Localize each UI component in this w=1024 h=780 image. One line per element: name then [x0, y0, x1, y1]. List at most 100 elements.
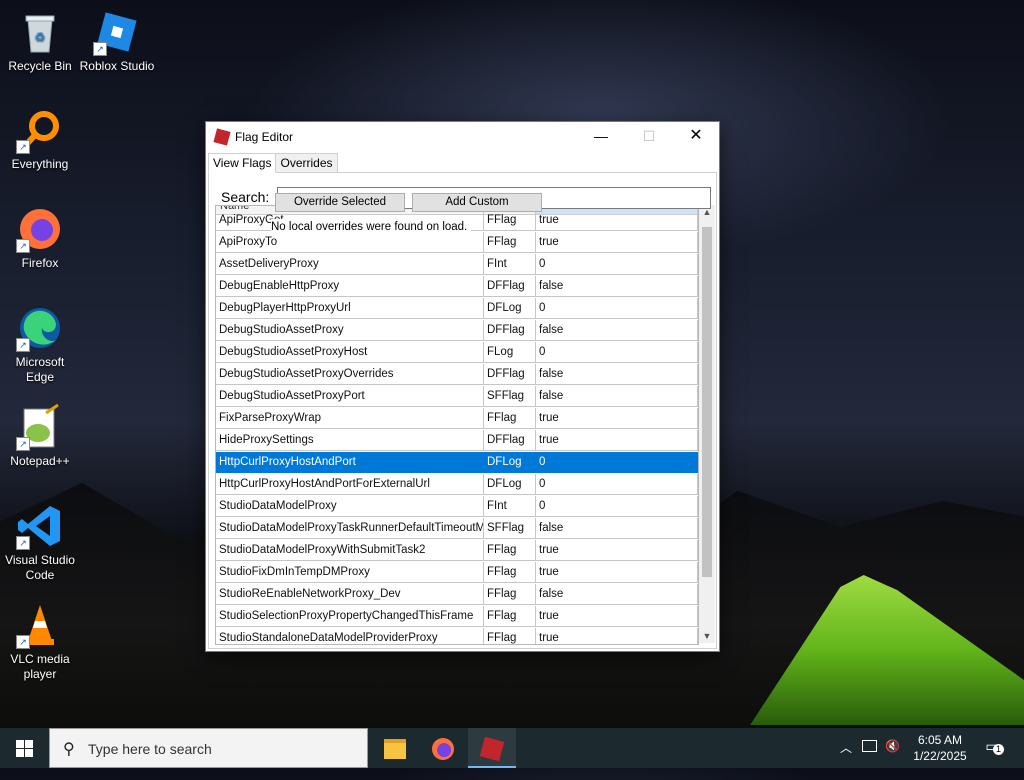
cell-value[interactable]: false	[536, 364, 698, 385]
cell-type[interactable]: FFlag	[484, 408, 536, 429]
desktop-icon-firefox[interactable]: ↗ Firefox	[0, 205, 80, 271]
cell-name[interactable]: StudioFixDmInTempDMProxy	[216, 562, 484, 583]
cell-type[interactable]: DFFlag	[484, 364, 536, 385]
cell-value[interactable]: 0	[536, 298, 698, 319]
cell-name[interactable]: ApiProxyTo	[216, 232, 484, 253]
cell-value[interactable]: false	[536, 276, 698, 297]
cell-value[interactable]: false	[536, 320, 698, 341]
maximize-button[interactable]: ☐	[626, 122, 672, 152]
cell-name[interactable]: StudioSelectionProxyPropertyChangedThisF…	[216, 606, 484, 627]
cell-name[interactable]: HttpCurlProxyHostAndPortForExternalUrl	[216, 474, 484, 495]
table-row[interactable]: ApiProxyTo FFlag true	[216, 232, 698, 254]
cell-type[interactable]: DFFlag	[484, 276, 536, 297]
table-row[interactable]: HideProxySettings DFFlag true	[216, 430, 698, 452]
cell-type[interactable]: FFlag	[484, 584, 536, 605]
cell-value[interactable]: 0	[536, 496, 698, 517]
cell-type[interactable]: FFlag	[484, 628, 536, 644]
table-row[interactable]: StudioStandaloneDataModelProviderProxy FF…	[216, 628, 698, 644]
flags-grid[interactable]: Name Type Value ApiProxyGetFFlagtrueApiP…	[215, 205, 699, 645]
scroll-thumb[interactable]	[702, 227, 712, 577]
cell-name[interactable]: DebugStudioAssetProxyHost	[216, 342, 484, 363]
cell-value[interactable]: true	[536, 540, 698, 561]
volume-muted-icon[interactable]: 🔇	[885, 739, 900, 779]
cell-name[interactable]: FixParseProxyWrap	[216, 408, 484, 429]
desktop-icon-roblox-studio[interactable]: ↗ Roblox Studio	[77, 8, 157, 74]
table-row[interactable]: StudioSelectionProxyPropertyChangedThisF…	[216, 606, 698, 628]
cell-type[interactable]: DFFlag	[484, 320, 536, 341]
cell-name[interactable]: HttpCurlProxyHostAndPort	[216, 452, 484, 473]
cell-type[interactable]: FFlag	[484, 606, 536, 627]
cell-type[interactable]: DFLog	[484, 474, 536, 495]
cell-name[interactable]: DebugStudioAssetProxyPort	[216, 386, 484, 407]
cell-value[interactable]: false	[536, 386, 698, 407]
cell-value[interactable]: 0	[536, 254, 698, 275]
cell-value[interactable]: 0	[536, 342, 698, 363]
table-row[interactable]: FixParseProxyWrap FFlag true	[216, 408, 698, 430]
cell-value[interactable]: true	[536, 562, 698, 583]
start-button[interactable]	[0, 728, 48, 768]
cell-value[interactable]: 0	[536, 474, 698, 495]
cell-type[interactable]: FInt	[484, 254, 536, 275]
add-custom-button[interactable]: Add Custom	[412, 193, 542, 212]
cell-name[interactable]: StudioStandaloneDataModelProviderProxy	[216, 628, 484, 644]
desktop-icon-everything[interactable]: ↗ Everything	[0, 106, 80, 172]
table-row[interactable]: StudioFixDmInTempDMProxy FFlag true	[216, 562, 698, 584]
table-row[interactable]: HttpCurlProxyHostAndPort DFLog 0	[216, 452, 698, 474]
cell-value[interactable]: true	[536, 430, 698, 451]
override-selected-button[interactable]: Override Selected	[275, 193, 405, 212]
table-row[interactable]: StudioDataModelProxyWithSubmitTask2 FFlag…	[216, 540, 698, 562]
taskbar-roblox-studio[interactable]	[468, 728, 516, 768]
table-row[interactable]: AssetDeliveryProxy FInt 0	[216, 254, 698, 276]
cell-type[interactable]: FFlag	[484, 232, 536, 253]
cell-name[interactable]: DebugStudioAssetProxy	[216, 320, 484, 341]
taskbar-search-box[interactable]: ⚲ Type here to search	[49, 728, 368, 768]
desktop-icon-notepadpp[interactable]: ↗ Notepad++	[0, 403, 80, 469]
cell-value[interactable]: 0	[536, 452, 698, 473]
taskbar-firefox[interactable]	[419, 728, 467, 768]
cell-value[interactable]: true	[536, 210, 698, 231]
table-row[interactable]: DebugStudioAssetProxyHost FLog 0	[216, 342, 698, 364]
cell-name[interactable]: HideProxySettings	[216, 430, 484, 451]
cell-type[interactable]: FFlag	[484, 562, 536, 583]
cell-type[interactable]: FInt	[484, 496, 536, 517]
cell-value[interactable]: true	[536, 606, 698, 627]
cell-value[interactable]: false	[536, 584, 698, 605]
cell-type[interactable]: FLog	[484, 342, 536, 363]
notification-center-button[interactable]: ▭ 1	[982, 738, 1004, 756]
cell-type[interactable]: DFFlag	[484, 430, 536, 451]
table-row[interactable]: StudioDataModelProxyTaskRunnerDefaultTim…	[216, 518, 698, 540]
vertical-scrollbar[interactable]: ▲ ▼	[699, 205, 715, 643]
cell-name[interactable]: StudioReEnableNetworkProxy_Dev	[216, 584, 484, 605]
table-row[interactable]: DebugPlayerHttpProxyUrl DFLog 0	[216, 298, 698, 320]
table-row[interactable]: StudioReEnableNetworkProxy_Dev FFlag false	[216, 584, 698, 606]
cell-type[interactable]: FFlag	[484, 210, 536, 231]
table-row[interactable]: HttpCurlProxyHostAndPortForExternalUrl DF…	[216, 474, 698, 496]
cell-name[interactable]: DebugStudioAssetProxyOverrides	[216, 364, 484, 385]
table-row[interactable]: DebugStudioAssetProxy DFFlag false	[216, 320, 698, 342]
clock[interactable]: 6:05 AM 1/22/2025	[905, 732, 975, 764]
table-row[interactable]: DebugStudioAssetProxyOverrides DFFlag fals…	[216, 364, 698, 386]
desktop-icon-vlc[interactable]: ↗ VLC media player	[0, 601, 80, 682]
cell-name[interactable]: StudioDataModelProxy	[216, 496, 484, 517]
tray-overflow-icon[interactable]: ︿	[840, 739, 852, 779]
desktop-icon-vscode[interactable]: ↗ Visual Studio Code	[0, 502, 80, 583]
tab-view-flags[interactable]: View Flags	[208, 153, 277, 173]
title-bar[interactable]: Flag Editor — ☐ ✕	[206, 122, 719, 152]
table-row[interactable]: DebugStudioAssetProxyPort SFFlag false	[216, 386, 698, 408]
cell-value[interactable]: false	[536, 518, 698, 539]
scroll-down-icon[interactable]: ▼	[699, 629, 715, 643]
close-button[interactable]: ✕	[673, 122, 719, 152]
minimize-button[interactable]: —	[578, 122, 624, 152]
cell-type[interactable]: DFLog	[484, 298, 536, 319]
tab-overrides[interactable]: Overrides	[275, 153, 338, 173]
cell-name[interactable]: DebugEnableHttpProxy	[216, 276, 484, 297]
cell-value[interactable]: true	[536, 232, 698, 253]
cell-name[interactable]: AssetDeliveryProxy	[216, 254, 484, 275]
cell-type[interactable]: SFFlag	[484, 386, 536, 407]
desktop-icon-edge[interactable]: ↗ Microsoft Edge	[0, 304, 80, 385]
cell-type[interactable]: FFlag	[484, 540, 536, 561]
cell-value[interactable]: true	[536, 628, 698, 644]
cell-name[interactable]: StudioDataModelProxyTaskRunnerDefaultTim…	[216, 518, 484, 539]
table-row[interactable]: StudioDataModelProxy FInt 0	[216, 496, 698, 518]
cell-name[interactable]: DebugPlayerHttpProxyUrl	[216, 298, 484, 319]
